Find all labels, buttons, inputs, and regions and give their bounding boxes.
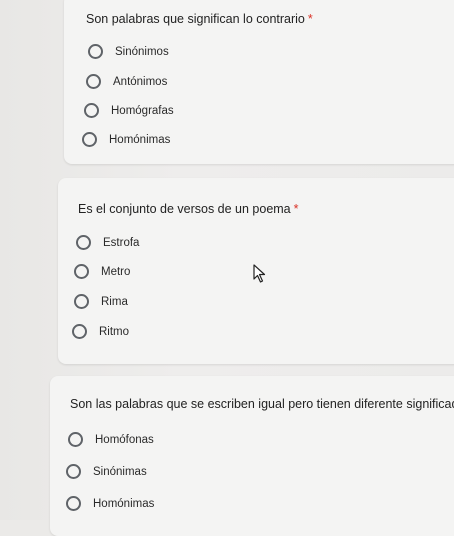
radio-unchecked-icon[interactable] [74,264,89,279]
question-title-3: Son las palabras que se escriben igual p… [70,397,454,411]
radio-unchecked-icon[interactable] [74,294,89,309]
option-homografas[interactable]: Homógrafas [84,103,174,118]
option-label: Metro [101,265,131,278]
question-title-2: Es el conjunto de versos de un poema * [78,202,299,216]
radio-unchecked-icon[interactable] [88,44,103,59]
option-homofonas[interactable]: Homófonas [68,432,154,447]
option-label: Antónimos [113,75,168,88]
option-sinonimas[interactable]: Sinónimas [66,464,147,479]
radio-unchecked-icon[interactable] [68,432,83,447]
question-text: Es el conjunto de versos de un poema [78,202,291,216]
option-metro[interactable]: Metro [74,264,130,279]
required-asterisk: * [293,202,299,216]
question-card-1: Son palabras que significan lo contrario… [64,0,454,164]
required-asterisk: * [307,12,313,26]
option-rima[interactable]: Rima [74,294,128,309]
question-text: Son las palabras que se escriben igual p… [70,397,454,411]
option-homonimas[interactable]: Homónimas [82,132,170,147]
option-ritmo[interactable]: Ritmo [72,324,129,339]
option-label: Homónimas [109,133,171,146]
option-label: Estrofa [103,236,140,249]
option-antonimos[interactable]: Antónimos [86,74,167,89]
radio-unchecked-icon[interactable] [66,464,81,479]
option-label: Sinónimos [115,45,169,58]
option-homonimas-2[interactable]: Homónimas [66,496,154,511]
question-title-1: Son palabras que significan lo contrario… [86,12,313,26]
radio-unchecked-icon[interactable] [82,132,97,147]
option-label: Homógrafas [111,104,174,117]
option-estrofa[interactable]: Estrofa [76,235,139,250]
radio-unchecked-icon[interactable] [66,496,81,511]
question-text: Son palabras que significan lo contrario [86,12,305,26]
radio-unchecked-icon[interactable] [86,74,101,89]
question-card-3: Son las palabras que se escriben igual p… [50,376,454,536]
option-label: Homófonas [95,433,154,446]
option-label: Ritmo [99,325,130,338]
option-label: Rima [101,295,128,308]
radio-unchecked-icon[interactable] [76,235,91,250]
radio-unchecked-icon[interactable] [72,324,87,339]
mouse-pointer-icon [253,264,266,283]
option-label: Homónimas [93,497,155,510]
option-sinonimos[interactable]: Sinónimos [88,44,169,59]
radio-unchecked-icon[interactable] [84,103,99,118]
option-label: Sinónimas [93,465,147,478]
